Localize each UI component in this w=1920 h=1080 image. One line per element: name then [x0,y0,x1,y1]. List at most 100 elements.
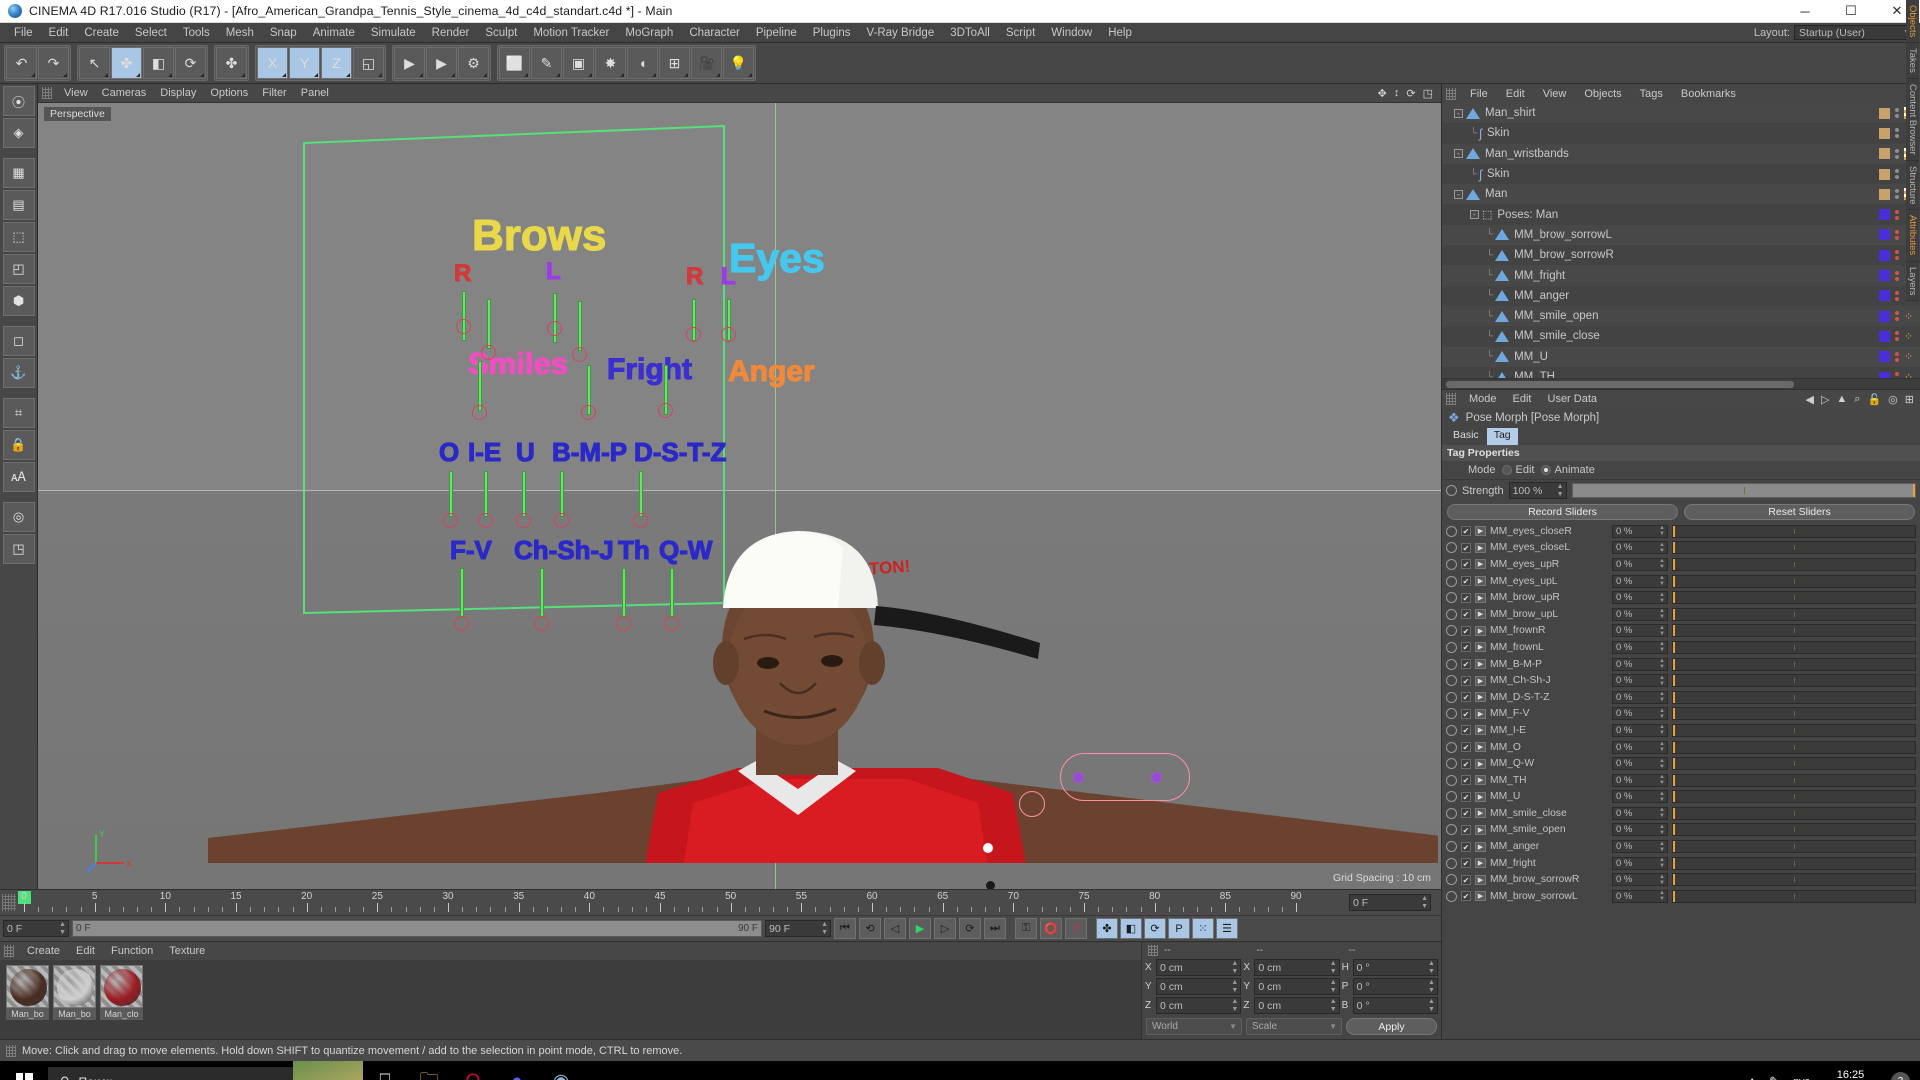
taskview-icon[interactable]: ⌸ [363,1061,407,1080]
morph-animation-dot[interactable] [1446,890,1457,902]
record-sliders-button[interactable]: Record Sliders [1447,504,1678,520]
morph-enable-checkbox[interactable]: ✔ [1461,891,1471,902]
x-axis-lock[interactable]: X [257,47,288,79]
strength-slider[interactable] [1571,483,1916,498]
mode-option-edit[interactable]: Edit [1501,464,1535,476]
maximize-button[interactable]: ☐ [1828,0,1874,22]
head-control-dot[interactable] [1073,772,1084,783]
menu-item-render[interactable]: Render [424,23,478,43]
menu-item-motion-tracker[interactable]: Motion Tracker [525,23,617,43]
morph-animation-dot[interactable] [1446,841,1457,853]
morph-slider-bar[interactable] [1672,624,1916,638]
menu-item-plugins[interactable]: Plugins [805,23,859,43]
workplane-lock-icon[interactable]: 🔒 [2,430,35,460]
visibility-dots[interactable] [1895,148,1899,159]
visibility-dot-editor[interactable] [1895,270,1899,275]
stepper-icon[interactable]: ▲ ▼ [1557,483,1564,499]
stepper-icon[interactable]: ▲ ▼ [1659,542,1665,554]
stepper-icon[interactable]: ▲ ▼ [1659,841,1665,853]
z-axis-lock[interactable]: Z [321,47,352,79]
coordinate-rotation-field[interactable]: 0 ° ▲ ▼ [1352,997,1438,1014]
morph-slider-bar[interactable] [1672,723,1916,737]
object-tree-row[interactable]: └ʃSkin✓ [1442,123,1920,144]
tree-expander[interactable]: - [1470,210,1479,220]
morph-animation-dot[interactable] [1446,525,1457,537]
viewport-menu-filter[interactable]: Filter [255,87,293,99]
add-icon[interactable]: ⊞ [1905,393,1914,406]
stepper-icon[interactable]: ▲ ▼ [1659,857,1665,869]
morph-enable-checkbox[interactable]: ✔ [1461,725,1471,736]
morph-slider-bar[interactable] [1672,657,1916,671]
morph-slider-row[interactable]: ✔ ▶ MM_eyes_upL 0 % ▲ ▼ [1442,573,1920,590]
morph-slider-bar[interactable] [1672,740,1916,754]
stepper-icon[interactable]: ▲ ▼ [1659,608,1665,620]
viewport-menu-panel[interactable]: Panel [294,87,336,99]
morph-enable-checkbox[interactable]: ✔ [1461,576,1471,587]
morph-slider-handle[interactable] [1673,542,1675,554]
workplane-mode-icon[interactable]: ◳ [2,534,35,564]
object-menu-objects[interactable]: Objects [1575,88,1630,100]
morph-value-field[interactable]: 0 % ▲ ▼ [1612,557,1668,571]
stepper-icon[interactable]: ▲ ▼ [1659,658,1665,670]
morph-value-field[interactable]: 0 % ▲ ▼ [1612,690,1668,704]
visibility-dot-editor[interactable] [1895,311,1899,316]
morph-slider-row[interactable]: ✔ ▶ MM_Q-W 0 % ▲ ▼ [1442,755,1920,772]
pen-icon[interactable]: ✎ [1769,1074,1780,1080]
neck-control-ring[interactable] [1019,791,1045,817]
rotate-view-icon[interactable]: ⟳ [1406,87,1415,100]
morph-value-field[interactable]: 0 % ▲ ▼ [1612,707,1668,721]
coordinate-position-field[interactable]: 0 cm ▲ ▼ [1156,959,1242,976]
morph-slider-row[interactable]: ✔ ▶ MM_F-V 0 % ▲ ▼ [1442,706,1920,723]
morph-animation-dot[interactable] [1446,824,1457,836]
morph-slider-bar[interactable] [1672,541,1916,555]
morph-slider-list[interactable]: ✔ ▶ MM_eyes_closeR 0 % ▲ ▼ ✔ ▶ MM_eyes_closeL 0 %… [1442,523,1920,1039]
material-menu-texture[interactable]: Texture [161,945,213,957]
coordinate-space-select[interactable]: World ▼ [1146,1018,1242,1035]
stepper-icon[interactable]: ▲ ▼ [1421,895,1428,911]
object-tree-row[interactable]: └ʃSkin✓ [1442,163,1920,185]
panel-grip-icon[interactable] [42,87,52,99]
morph-enable-checkbox[interactable]: ✔ [1461,675,1471,686]
add-generator-button[interactable]: ▣ [563,47,594,79]
morph-enable-checkbox[interactable]: ✔ [1461,542,1471,553]
side-tab-structure[interactable]: Structure [1906,160,1919,211]
menu-item-help[interactable]: Help [1100,23,1140,43]
keyframe-mode-button[interactable]: ☰ [1216,918,1238,939]
reset-sliders-button[interactable]: Reset Sliders [1684,504,1915,520]
visibility-dots[interactable] [1895,229,1899,240]
stepper-icon[interactable]: ▲ ▼ [1659,675,1665,687]
morph-tag-icon[interactable]: ⁘ [1904,310,1916,323]
morph-slider-row[interactable]: ✔ ▶ MM_frownL 0 % ▲ ▼ [1442,639,1920,656]
stepper-icon[interactable]: ▲ ▼ [1659,807,1665,819]
visibility-dot-editor[interactable] [1895,148,1899,153]
taskbar-search-box[interactable]: ⚲ Поиск [48,1066,293,1080]
object-tree[interactable]: -Man_shirt└ʃSkin✓-Man_wristbands└ʃSkin✓-… [1442,103,1920,378]
mode-option-animate[interactable]: Animate [1540,464,1595,476]
morph-enable-checkbox[interactable]: ✔ [1461,791,1471,802]
visibility-swatch[interactable] [1879,270,1890,282]
visibility-dot-editor[interactable] [1895,372,1899,376]
morph-slider-handle[interactable] [1673,758,1675,770]
texture-mode-icon[interactable]: ▤ [2,190,35,220]
visibility-dot-render[interactable] [1895,114,1899,119]
render-view-button[interactable]: ▶ [394,47,425,79]
stepper-icon[interactable]: ▲ ▼ [1659,724,1665,736]
material-thumbnail[interactable] [53,965,96,1008]
visibility-dots[interactable] [1895,311,1899,322]
go-to-start-button[interactable]: ⏮ [834,918,856,939]
visibility-dots[interactable] [1895,209,1899,220]
viewport-menu-view[interactable]: View [57,87,95,99]
morph-animation-dot[interactable] [1446,857,1457,869]
object-menu-view[interactable]: View [1534,88,1576,100]
visibility-dot-editor[interactable] [1895,290,1899,295]
morph-slider-bar[interactable] [1672,690,1916,704]
morph-slider-bar[interactable] [1672,840,1916,854]
morph-slider-row[interactable]: ✔ ▶ MM_smile_open 0 % ▲ ▼ [1442,822,1920,839]
visibility-dots[interactable] [1895,250,1899,261]
coordinate-position-field[interactable]: 0 cm ▲ ▼ [1156,997,1242,1014]
menu-item-tools[interactable]: Tools [175,23,218,43]
coordinate-size-field[interactable]: 0 cm ▲ ▼ [1254,959,1340,976]
stepper-icon[interactable]: ▲ ▼ [1659,592,1665,604]
side-tab-content-browser[interactable]: Content Browser [1906,79,1919,161]
morph-value-field[interactable]: 0 % ▲ ▼ [1612,574,1668,588]
